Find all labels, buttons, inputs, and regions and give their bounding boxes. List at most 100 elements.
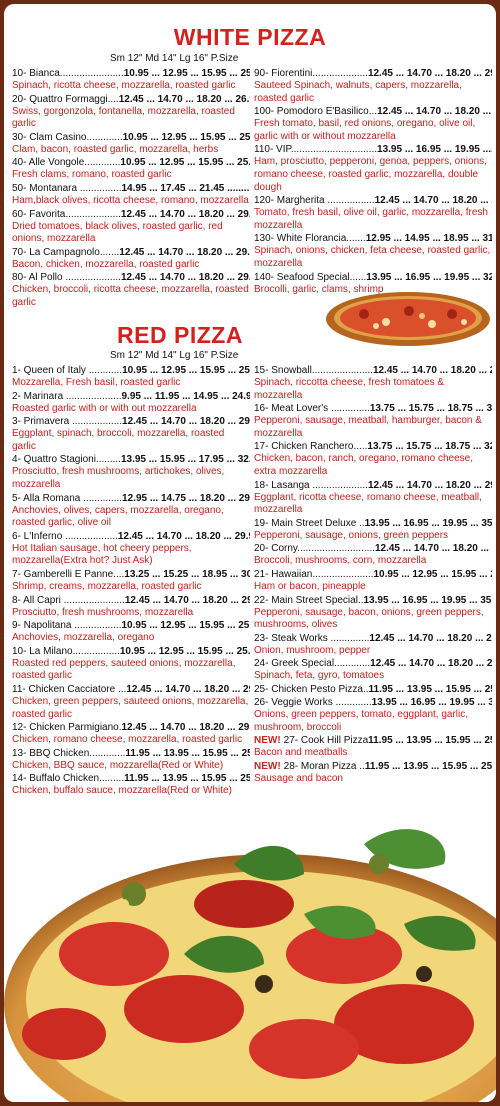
menu-item: 110- VIP...............................1… xyxy=(254,143,492,194)
menu-item-name: 17- Chicken Ranchero..... xyxy=(254,441,368,453)
red-left-list: 1- Queen of Italy ............10.95 ... … xyxy=(12,364,250,798)
menu-item-prices: 13.95 ... 15.95 ... 17.95 ... 32.95 xyxy=(120,454,250,466)
menu-item-prices: 10.95 ... 12.95 ... 15.95 ... 25.95 xyxy=(122,131,250,143)
menu-item-description: Chicken, broccoli, ricotta cheese, mozza… xyxy=(12,284,249,308)
menu-item-line: 21- Hawaiian......................10.95 … xyxy=(254,568,492,581)
menu-item: 70- La Campagnolo.......12.45 ... 14.70 … xyxy=(12,246,250,272)
menu-item-description: Clam, bacon, roasted garlic, mozzarella,… xyxy=(12,143,219,155)
menu-item-description: Pepperoni, sausage, bacon, onions, green… xyxy=(254,606,484,631)
menu-item-description: Pepperoni, sausage, meatball, hamburger,… xyxy=(254,415,482,439)
menu-item-description: Roasted garlic with or with out mozzarel… xyxy=(12,402,197,414)
menu-item-line: 23- Steak Works ..............12.45 ... … xyxy=(254,632,492,645)
pizza-image-large xyxy=(4,829,496,1102)
menu-item-name: 50- Montanara ............... xyxy=(12,182,122,194)
menu-item-line: 12- Chicken Parmigiano.12.45 ... 14.70 .… xyxy=(12,721,250,734)
right-spacer xyxy=(254,53,492,67)
menu-item-name: 2- Marinara .................... xyxy=(12,390,122,402)
menu-item: NEW! 28- Moran Pizza ..11.95 ... 13.95 ..… xyxy=(254,760,492,786)
menu-item-prices: 13.95 ... 16.95 ... 19.95 ... 35.95 xyxy=(364,517,492,529)
menu-item-prices: 12.45 ... 14.70 ... 18.20 ... 29.95 xyxy=(121,722,251,734)
menu-item-description: Bacon and meatballs xyxy=(254,747,348,759)
menu-item-line: 22- Main Street Special..13.95 ... 16.95… xyxy=(254,594,492,607)
menu-item-prices: 10.95 ... 12.95 ... 15.95 ... 25.95 xyxy=(122,365,250,376)
menu-item-line: 7- Gamberelli E Panne....13.25 ... 15.25… xyxy=(12,568,250,581)
menu-item: 120- Margherita .................12.45 .… xyxy=(254,194,492,232)
menu-item: 13- BBQ Chicken.............11.95 ... 13… xyxy=(12,747,250,773)
menu-item: 80- Al Pollo ....................12.45 .… xyxy=(12,271,250,309)
menu-item-name: 11- Chicken Cacciatore ... xyxy=(12,683,127,695)
menu-item-description: Onion, mushroom, pepper xyxy=(254,644,371,656)
menu-item-prices: 12.45 ... 14.70 ... 18.20 ... 29.95 xyxy=(370,658,492,670)
red-pizza-left-column: Sm 12" Md 14" Lg 16" P.Size 1- Queen of … xyxy=(12,350,250,798)
menu-item-name: 5- Alla Romana .............. xyxy=(12,492,123,504)
menu-item-name: 60- Favorita.................... xyxy=(12,208,121,220)
menu-item-line: 110- VIP...............................1… xyxy=(254,143,492,156)
menu-item-prices: 10.95 ... 12.95 ... 15.95 ... 25.95 xyxy=(120,157,250,169)
menu-item-prices: 12.95 ... 14.95 ... 18.95 ... 31.95 xyxy=(365,233,492,245)
menu-item: 4- Quattro Stagioni.........13.95 ... 15… xyxy=(12,453,250,491)
menu-item-prices: 12.45 ... 14.70 ... 18.20 ... 26.95 xyxy=(118,93,250,105)
menu-item: 100- Pomodoro E'Basilico...12.45 ... 14.… xyxy=(254,105,492,143)
menu-item: 25- Chicken Pesto Pizza..11.95 ... 13.95… xyxy=(254,683,492,696)
white-pizza-right-column: 90- Fiorentini....................12.45 … xyxy=(254,53,492,296)
menu-item: 9- Napolitana .................10.95 ...… xyxy=(12,619,250,645)
menu-item-name: 100- Pomodoro E'Basilico... xyxy=(254,106,378,118)
menu-item-line: 11- Chicken Cacciatore ...12.45 ... 14.7… xyxy=(12,683,250,696)
menu-item-description: Fresh clams, romano, roasted garlic xyxy=(12,169,172,181)
menu-item-line: 3- Primavera ..................12.45 ...… xyxy=(12,415,250,428)
menu-item-prices: 14.95 ... 17.45 ... 21.45 ........ N/A xyxy=(121,182,251,194)
menu-item-name: 27- Cook Hill Pizza xyxy=(283,735,369,747)
menu-item-line: 6- L'Inferno ...................12.45 ..… xyxy=(12,530,250,543)
menu-item-prices: 10.95 ... 12.95 ... 15.95 ... 25.95 xyxy=(373,568,493,580)
white-left-list: 10- Bianca.......................10.95 .… xyxy=(12,67,250,310)
new-badge: NEW! xyxy=(254,735,281,747)
menu-item-prices: 9.95 ... 11.95 ... 14.95 ... 24.95 xyxy=(121,390,250,402)
menu-item-prices: 12.45 ... 14.70 ... 18.20 ... 29.95 xyxy=(369,632,492,644)
menu-item-name: 40- Alle Vongole............. xyxy=(12,157,121,169)
menu-item-line: 120- Margherita .................12.45 .… xyxy=(254,194,492,207)
menu-item-name: 22- Main Street Special.. xyxy=(254,594,364,606)
menu-item: 10- La Milano.................10.95 ... … xyxy=(12,645,250,683)
menu-item-name: 7- Gamberelli E Panne.... xyxy=(12,568,125,580)
menu-item: 3- Primavera ..................12.45 ...… xyxy=(12,415,250,453)
menu-item-line: 90- Fiorentini....................12.45 … xyxy=(254,67,492,80)
menu-item-line: 60- Favorita....................12.45 ..… xyxy=(12,208,250,221)
menu-item-prices: 12.45 ... 14.70 ... 18.20 ... 29.95 xyxy=(120,208,250,220)
menu-item-prices: 10.95 ... 12.95 ... 15.95 ... 25.95 xyxy=(119,645,250,657)
menu-item-line: 10- La Milano.................10.95 ... … xyxy=(12,645,250,658)
menu-item-name: 120- Margherita ................. xyxy=(254,195,375,207)
size-header: Sm 12" Md 14" Lg 16" P.Size xyxy=(110,350,239,361)
right-spacer xyxy=(254,350,492,364)
menu-item: 18- Lasanga ....................12.45 ..… xyxy=(254,479,492,517)
menu-item: 6- L'Inferno ...................12.45 ..… xyxy=(12,530,250,568)
menu-item-description: Anchovies, mozzarella, oregano xyxy=(12,632,155,644)
menu-item-name: 28- Moran Pizza .. xyxy=(283,760,365,772)
menu-item-line: 50- Montanara ...............14.95 ... 1… xyxy=(12,182,250,195)
menu-item: 14- Buffalo Chicken.........11.95 ... 13… xyxy=(12,772,250,798)
menu-item-description: Fresh tomato, basil, red onions, oregano… xyxy=(254,118,476,142)
menu-item: 50- Montanara ...............14.95 ... 1… xyxy=(12,182,250,208)
menu-item-prices: 13.95 ... 16.95 ... 19.95 ... 35.95 xyxy=(371,696,492,708)
menu-item-description: Chicken, bacon, ranch, oregano, romano c… xyxy=(254,453,474,477)
menu-item: 26- Veggie Works .............13.95 ... … xyxy=(254,696,492,734)
white-right-list: 90- Fiorentini....................12.45 … xyxy=(254,67,492,296)
menu-item: 22- Main Street Special..13.95 ... 16.95… xyxy=(254,594,492,632)
menu-item-name: 14- Buffalo Chicken......... xyxy=(12,773,125,785)
menu-item-description: Prosciutto, fresh mushrooms, artichokes,… xyxy=(12,466,225,490)
menu-item-description: Hot Italian sausage, hot cheery peppers,… xyxy=(12,542,192,567)
menu-item-prices: 11.95 ... 13.95 ... 15.95 ... 25.95 xyxy=(368,683,493,695)
menu-item-name: 21- Hawaiian...................... xyxy=(254,568,374,580)
menu-item-line: 18- Lasanga ....................12.45 ..… xyxy=(254,479,492,492)
menu-item: 20- Quattro Formaggi....12.45 ... 14.70 … xyxy=(12,93,250,131)
menu-item: 7- Gamberelli E Panne....13.25 ... 15.25… xyxy=(12,568,250,594)
menu-item-description: Dried tomatoes, black olives, roasted ga… xyxy=(12,220,223,245)
menu-item-name: 19- Main Street Deluxe .. xyxy=(254,517,365,529)
menu-item-description: Anchovies, olives, capers, mozzarella, o… xyxy=(12,504,224,529)
menu-item-prices: 10.95 ... 12.95 ... 15.95 ... 25.95 xyxy=(121,620,251,632)
menu-item-prices: 12.45 ... 14.70 ... 18.20 ... 29.95 xyxy=(367,68,492,79)
red-pizza-right-column: 15- Snowball......................12.45 … xyxy=(254,350,492,785)
menu-item-description: Bacon, chicken, mozzarella, roasted garl… xyxy=(12,258,200,270)
menu-item-name: 25- Chicken Pesto Pizza.. xyxy=(254,683,369,695)
menu-item-line: 140- Seafood Special......13.95 ... 16.9… xyxy=(254,271,492,284)
menu-item-line: 20- Corny............................12.… xyxy=(254,542,492,555)
